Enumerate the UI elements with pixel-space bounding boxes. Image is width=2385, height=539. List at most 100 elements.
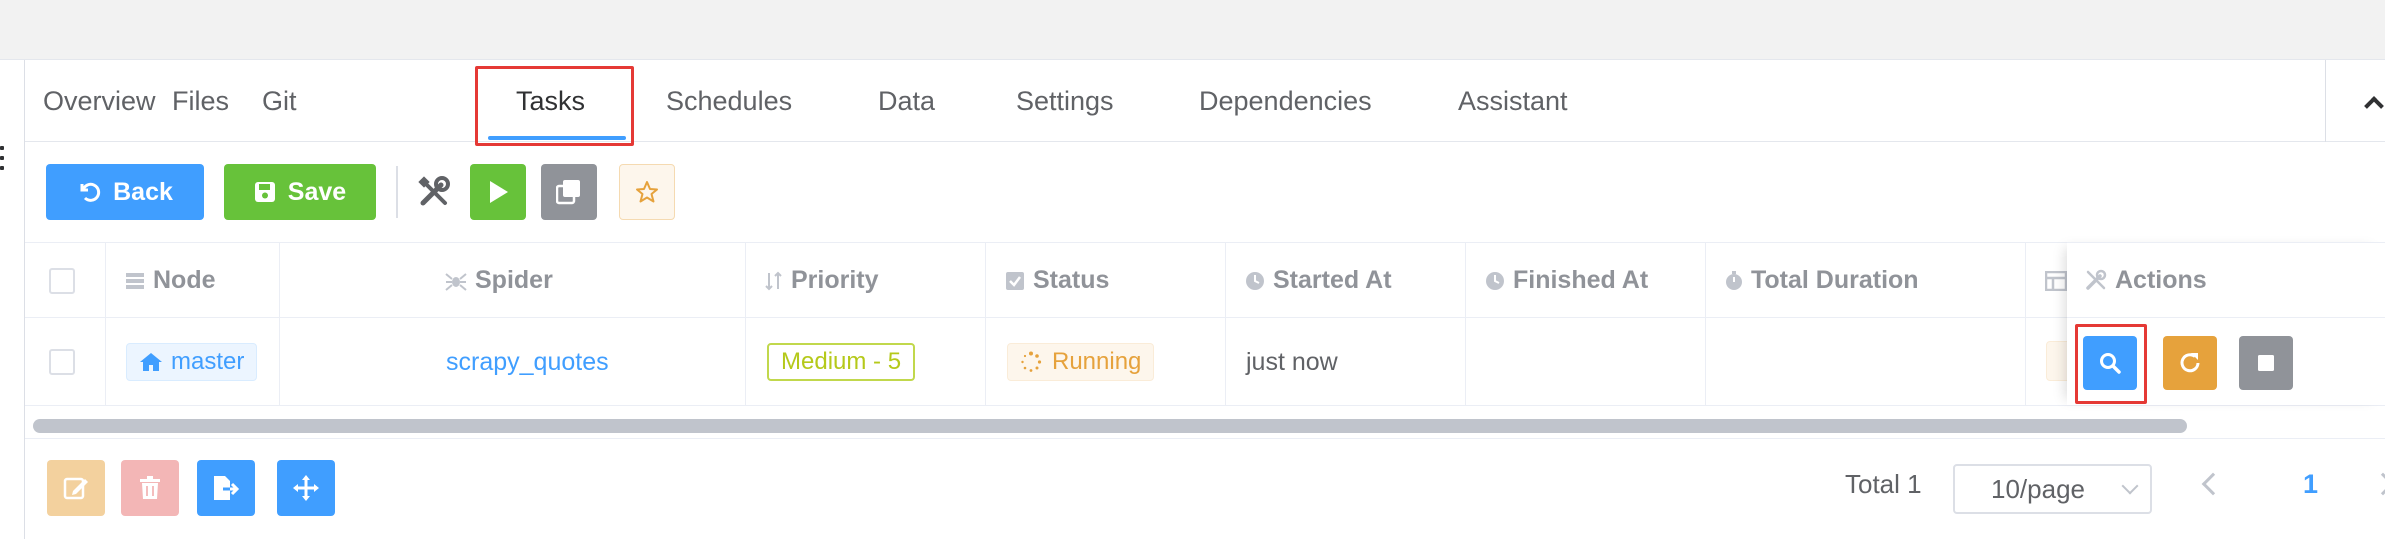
page-size-select[interactable]: 10/page [1953, 464, 2152, 514]
back-label: Back [113, 177, 173, 206]
save-icon [254, 182, 275, 202]
edit-icon [63, 477, 88, 500]
page-size-value: 10/page [1991, 473, 2085, 504]
export-button[interactable] [197, 460, 255, 516]
stop-task-button[interactable] [2239, 336, 2293, 390]
view-task-button[interactable] [2083, 336, 2137, 390]
scrollbar-thumb[interactable] [33, 419, 2187, 433]
column-header-finished-at[interactable]: Finished At [1485, 243, 1648, 318]
column-header-spider[interactable]: Spider [445, 243, 553, 318]
move-icon [293, 475, 319, 501]
collapse-tabs-button[interactable] [2325, 60, 2385, 142]
actions-column: Actions [2067, 242, 2385, 405]
prev-page-icon[interactable] [2201, 472, 2225, 496]
app-header-bar [0, 0, 2385, 60]
table-footer: Total 1 10/page 1 [25, 440, 2385, 539]
star-icon [636, 181, 658, 203]
column-header-label: Total Duration [1751, 266, 1919, 294]
undo-icon [80, 182, 101, 202]
sort-icon [765, 271, 782, 290]
tab-git[interactable]: Git [262, 60, 297, 142]
clone-button[interactable] [541, 164, 597, 220]
play-icon [490, 181, 508, 203]
toolbar: Back Save [25, 142, 2385, 242]
column-header-total-duration[interactable]: Total Duration [1725, 243, 1919, 318]
select-all-checkbox[interactable] [49, 267, 75, 294]
next-page-icon[interactable] [2371, 472, 2385, 496]
tools-icon[interactable] [414, 172, 454, 212]
clipped-cell-tag [2046, 341, 2068, 381]
spider-icon [445, 272, 467, 291]
check-square-icon [1006, 271, 1024, 290]
stop-icon [2258, 355, 2274, 371]
status-label: Running [1052, 348, 1142, 375]
drag-handle-icon[interactable] [0, 146, 6, 170]
priority-cell: Medium - 5 [767, 318, 916, 406]
tasks-table: Node Spider Priority Status Started At F… [25, 242, 2385, 408]
tab-tasks[interactable]: Tasks [516, 60, 585, 142]
export-icon [214, 476, 240, 500]
toolbar-divider [396, 166, 398, 218]
status-cell: Running [1007, 318, 1155, 406]
tab-overview[interactable]: Overview [43, 60, 156, 142]
table-header: Node Spider Priority Status Started At F… [25, 243, 2385, 318]
chevron-down-icon [2121, 477, 2139, 495]
column-header-actions: Actions [2067, 243, 2385, 318]
column-header-label: Spider [475, 266, 553, 294]
stopwatch-icon [1726, 270, 1742, 290]
column-header-label: Started At [1273, 266, 1392, 294]
column-header-label: Actions [2115, 265, 2207, 294]
column-header-label: Priority [791, 266, 879, 294]
delete-icon [140, 476, 160, 499]
tab-assistant[interactable]: Assistant [1458, 60, 1568, 142]
column-header-started-at[interactable]: Started At [1245, 243, 1392, 318]
clock-icon [1486, 271, 1504, 290]
column-header-label: Status [1033, 266, 1110, 294]
tab-data[interactable]: Data [878, 60, 935, 142]
total-count: Total 1 [1845, 469, 1922, 499]
bulk-delete-button[interactable] [121, 460, 179, 516]
search-icon [2100, 353, 2121, 374]
column-header-status[interactable]: Status [1005, 243, 1109, 318]
chevron-up-icon [2363, 96, 2384, 116]
restart-task-button[interactable] [2163, 336, 2217, 390]
node-cell: master [126, 318, 258, 406]
column-header-node[interactable]: Node [125, 243, 216, 318]
node-tag[interactable]: master [126, 343, 258, 381]
spinner-icon [1021, 351, 1042, 372]
spider-cell: scrapy_quotes [446, 318, 609, 406]
started-at-cell: just now [1246, 347, 1338, 376]
table-row[interactable]: master scrapy_quotes Medium - 5 Running … [25, 318, 2385, 406]
restart-icon [2180, 353, 2200, 373]
status-tag[interactable]: Running [1007, 343, 1155, 381]
horizontal-scrollbar[interactable] [25, 411, 2385, 439]
node-name: master [171, 348, 245, 375]
left-rail [0, 60, 25, 539]
row-checkbox[interactable] [49, 349, 75, 375]
detail-tabs: Overview Files Git Tasks Schedules Data … [25, 60, 2385, 142]
tab-dependencies[interactable]: Dependencies [1199, 60, 1372, 142]
move-button[interactable] [277, 460, 335, 516]
column-header-priority[interactable]: Priority [765, 243, 879, 318]
select-all-cell [49, 243, 75, 318]
row-select-cell [49, 318, 75, 406]
priority-tag: Medium - 5 [767, 343, 916, 381]
page-number-current[interactable]: 1 [2303, 469, 2318, 500]
home-icon [140, 353, 162, 371]
server-icon [126, 272, 144, 289]
favorite-button[interactable] [619, 164, 675, 220]
tab-settings[interactable]: Settings [1016, 60, 1114, 142]
save-button[interactable]: Save [224, 164, 376, 220]
tab-files[interactable]: Files [172, 60, 229, 142]
spider-link[interactable]: scrapy_quotes [446, 348, 609, 377]
tools-icon [2086, 269, 2107, 290]
column-header-label: Finished At [1513, 266, 1649, 294]
bulk-edit-button[interactable] [47, 460, 105, 516]
clone-icon [556, 180, 580, 205]
active-tab-indicator [488, 136, 626, 140]
back-button[interactable]: Back [46, 164, 204, 220]
save-label: Save [287, 177, 347, 206]
tab-schedules[interactable]: Schedules [666, 60, 792, 142]
clock-icon [1246, 271, 1264, 290]
run-button[interactable] [470, 164, 526, 220]
